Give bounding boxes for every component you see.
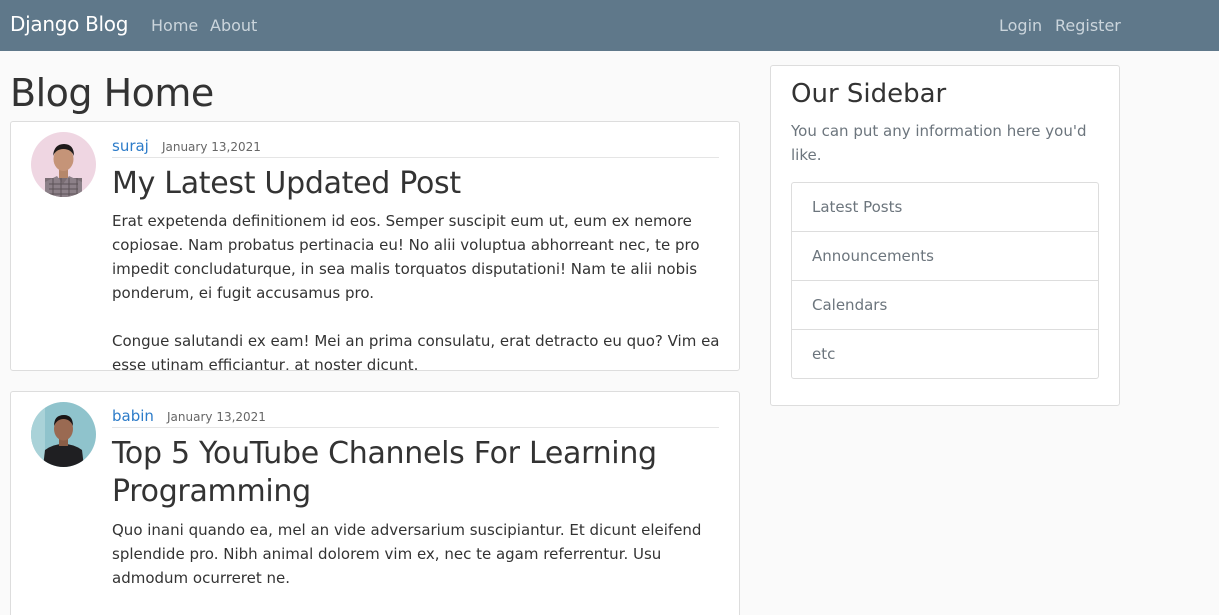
post-paragraph: Erat expetenda definitionem id eos. Semp… bbox=[112, 212, 700, 302]
nav-register-link[interactable]: Register bbox=[1055, 16, 1121, 35]
post-card: babin January 13,2021 Top 5 YouTube Chan… bbox=[10, 391, 740, 615]
sidebar-title: Our Sidebar bbox=[791, 79, 947, 109]
post-date: January 13,2021 bbox=[161, 140, 261, 154]
post-title-link[interactable]: Top 5 YouTube Channels For Learning bbox=[112, 435, 657, 473]
post-content: Erat expetenda definitionem id eos. Semp… bbox=[112, 209, 722, 371]
author-link[interactable]: babin bbox=[112, 407, 154, 425]
post-paragraph: Congue salutandi ex eam! Mei an prima co… bbox=[112, 332, 720, 371]
page-title: Blog Home bbox=[10, 71, 214, 115]
sidebar-item-announcements[interactable]: Announcements bbox=[792, 232, 1098, 281]
sidebar-list: Latest Posts Announcements Calendars etc bbox=[791, 182, 1099, 379]
top-navbar: Django Blog Home About Login Register bbox=[0, 0, 1219, 51]
post-title-link[interactable]: Programming bbox=[112, 473, 311, 511]
author-avatar[interactable] bbox=[31, 402, 96, 467]
post-meta: suraj January 13,2021 bbox=[112, 136, 719, 158]
sidebar: Our Sidebar You can put any information … bbox=[770, 65, 1120, 406]
sidebar-item-calendars[interactable]: Calendars bbox=[792, 281, 1098, 330]
sidebar-item-latest-posts[interactable]: Latest Posts bbox=[792, 183, 1098, 232]
nav-about-link[interactable]: About bbox=[210, 16, 257, 35]
post-content: Quo inani quando ea, mel an vide adversa… bbox=[112, 518, 722, 614]
post-title-link[interactable]: My Latest Updated Post bbox=[112, 165, 461, 203]
nav-home-link[interactable]: Home bbox=[151, 16, 198, 35]
sidebar-description: You can put any information here you'd l… bbox=[791, 122, 1087, 164]
author-link[interactable]: suraj bbox=[112, 137, 149, 155]
post-paragraph: Quo inani quando ea, mel an vide adversa… bbox=[112, 521, 702, 587]
nav-login-link[interactable]: Login bbox=[999, 16, 1042, 35]
main-content: Blog Home suraj January 13,2021 My Lates… bbox=[10, 51, 740, 615]
post-date: January 13,2021 bbox=[167, 410, 266, 424]
post-card: suraj January 13,2021 My Latest Updated … bbox=[10, 121, 740, 371]
author-avatar[interactable] bbox=[31, 132, 96, 197]
post-meta: babin January 13,2021 bbox=[112, 406, 719, 428]
sidebar-item-etc[interactable]: etc bbox=[792, 330, 1098, 378]
brand-link[interactable]: Django Blog bbox=[10, 12, 128, 36]
